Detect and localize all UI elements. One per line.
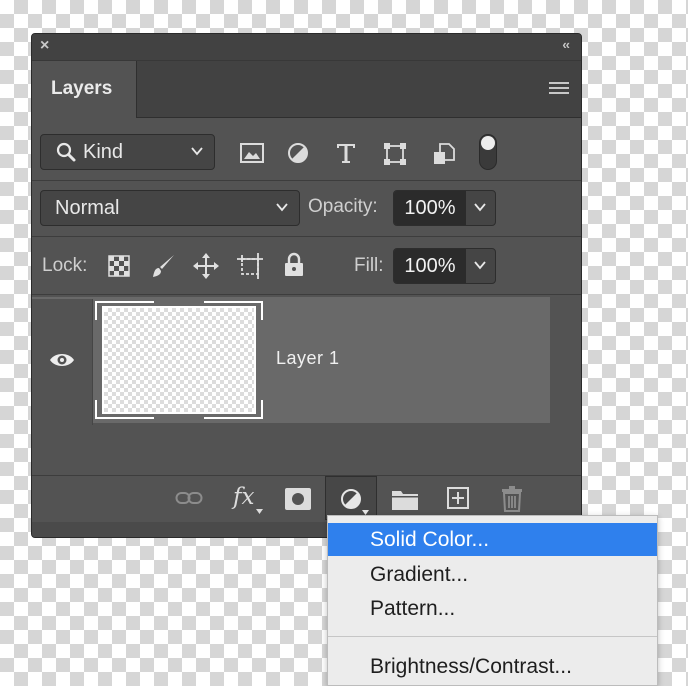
delete-layer-icon[interactable] xyxy=(501,486,523,512)
lock-all-icon[interactable] xyxy=(283,252,305,278)
menu-item-brightness-contrast[interactable]: Brightness/Contrast... xyxy=(328,650,657,683)
menu-separator xyxy=(328,636,657,637)
layers-list: Layer 1 xyxy=(32,295,581,475)
eye-icon[interactable] xyxy=(49,351,75,369)
lock-transparent-pixels-icon[interactable] xyxy=(108,255,130,277)
close-icon[interactable]: × xyxy=(40,37,49,55)
adjustment-filter-icon[interactable] xyxy=(287,142,309,164)
lock-position-icon[interactable] xyxy=(192,252,220,280)
add-mask-icon[interactable] xyxy=(285,488,311,510)
new-layer-icon[interactable] xyxy=(447,487,469,509)
fill-field[interactable]: 100% xyxy=(393,248,496,284)
fill-label: Fill: xyxy=(354,255,384,276)
kind-filter-label: Kind xyxy=(83,141,124,163)
adjustment-layer-icon xyxy=(341,489,361,509)
lock-image-pixels-icon[interactable] xyxy=(150,253,176,279)
layer-name[interactable]: Layer 1 xyxy=(276,348,340,369)
search-icon xyxy=(56,142,76,162)
chevron-down-icon[interactable] xyxy=(472,257,488,273)
new-group-icon[interactable] xyxy=(392,488,418,510)
image-filter-icon[interactable] xyxy=(239,142,265,164)
lock-row: Lock: Fill: 100% xyxy=(32,237,581,295)
fx-icon[interactable]: fx xyxy=(233,484,254,510)
layers-panel: × ‹‹ Layers Kind Normal Opacity: 100% Lo… xyxy=(31,33,582,538)
panel-titlebar: × ‹‹ xyxy=(32,34,581,61)
collapse-panel-icon[interactable]: ‹‹ xyxy=(562,37,570,52)
fill-value[interactable]: 100% xyxy=(394,249,466,283)
link-layers-icon[interactable] xyxy=(175,490,203,506)
type-filter-icon[interactable] xyxy=(335,142,357,164)
menu-item-gradient[interactable]: Gradient... xyxy=(328,558,657,591)
blend-mode-value: Normal xyxy=(55,197,120,219)
hamburger-icon[interactable] xyxy=(549,82,569,97)
new-adjustment-layer-button[interactable] xyxy=(325,476,377,520)
fx-menu-triangle-icon xyxy=(256,509,263,514)
layer-thumbnail-selection-frame xyxy=(95,301,263,419)
panel-tabbar: Layers xyxy=(32,61,581,118)
chevron-down-icon[interactable] xyxy=(472,199,488,215)
menu-item-solid-color[interactable]: Solid Color... xyxy=(328,523,657,556)
opacity-value[interactable]: 100% xyxy=(394,191,466,225)
kind-filter-dropdown[interactable]: Kind xyxy=(40,134,215,170)
smart-object-filter-icon[interactable] xyxy=(432,142,456,166)
opacity-field[interactable]: 100% xyxy=(393,190,496,226)
chevron-down-icon xyxy=(191,147,203,156)
layer-visibility-toggle[interactable] xyxy=(32,299,93,425)
menu-item-pattern[interactable]: Pattern... xyxy=(328,592,657,625)
opacity-label: Opacity: xyxy=(308,196,378,217)
filter-row: Kind xyxy=(32,118,581,181)
blend-mode-dropdown[interactable]: Normal xyxy=(40,190,300,226)
tab-layers-label: Layers xyxy=(51,78,113,99)
filter-toggle[interactable] xyxy=(479,134,497,170)
chevron-down-icon xyxy=(276,203,288,212)
tab-layers[interactable]: Layers xyxy=(32,61,137,118)
lock-label: Lock: xyxy=(42,255,88,276)
lock-artboard-icon[interactable] xyxy=(236,252,264,280)
shape-filter-icon[interactable] xyxy=(383,142,407,166)
blend-row: Normal Opacity: 100% xyxy=(32,181,581,237)
layer-row[interactable]: Layer 1 xyxy=(32,297,550,425)
adjustment-layer-menu: Solid Color... Gradient... Pattern... Br… xyxy=(327,515,658,686)
